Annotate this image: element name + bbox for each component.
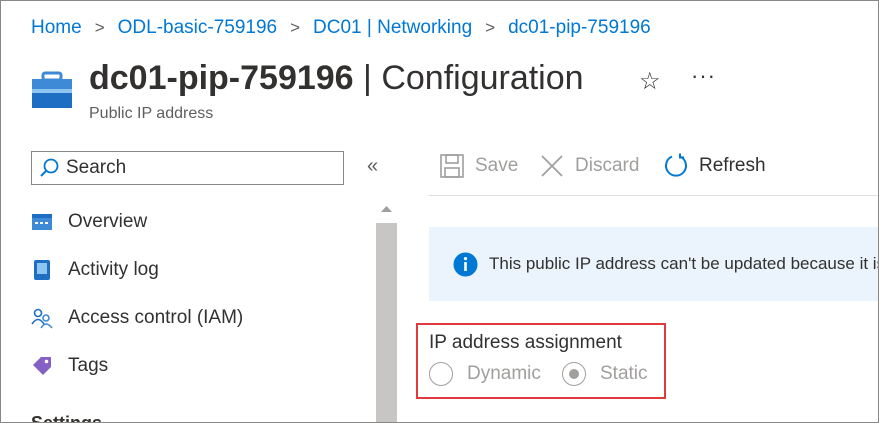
- info-message-bar: This public IP address can't be updated …: [429, 227, 878, 301]
- blade-name: | Configuration: [353, 59, 584, 97]
- sidebar-item-label: Tags: [68, 355, 109, 376]
- blade-frame: Home > ODL-basic-759196 > DC01 | Network…: [0, 0, 879, 423]
- sidebar-search[interactable]: [31, 151, 344, 185]
- radio-unselected-icon: [429, 362, 453, 386]
- refresh-button[interactable]: Refresh: [663, 153, 766, 179]
- sidebar-item-tags[interactable]: Tags: [31, 355, 108, 377]
- chevron-right-icon: >: [94, 18, 105, 37]
- scroll-up-arrow-icon[interactable]: [376, 198, 397, 220]
- sidebar-item-label: Access control (IAM): [68, 307, 244, 328]
- chevron-right-icon: >: [290, 18, 301, 37]
- breadcrumb-home[interactable]: Home: [31, 17, 82, 39]
- page-title: dc01-pip-759196 | Configuration: [89, 59, 584, 98]
- page-subtitle: Public IP address: [89, 105, 214, 122]
- sidebar-item-overview[interactable]: Overview: [31, 211, 147, 233]
- discard-icon: [541, 155, 563, 177]
- public-ip-resource-icon: [32, 71, 72, 108]
- collapse-sidebar-button[interactable]: «: [367, 155, 378, 178]
- sidebar-item-activity-log[interactable]: Activity log: [31, 259, 159, 281]
- discard-button[interactable]: Discard: [539, 153, 639, 179]
- refresh-label: Refresh: [699, 155, 766, 176]
- sidebar-section-heading: Settings: [31, 413, 103, 423]
- radio-dynamic-label: Dynamic: [467, 363, 541, 384]
- more-options-button[interactable]: ···: [691, 63, 716, 89]
- chevron-right-icon: >: [485, 18, 496, 37]
- radio-static-label: Static: [600, 363, 648, 384]
- save-button[interactable]: Save: [439, 153, 518, 179]
- radio-static[interactable]: Static: [562, 362, 648, 386]
- discard-label: Discard: [575, 155, 640, 176]
- save-label: Save: [475, 155, 519, 176]
- sidebar-item-label: Activity log: [68, 259, 159, 280]
- search-input[interactable]: [66, 157, 326, 179]
- breadcrumb-public-ip[interactable]: dc01-pip-759196: [508, 17, 651, 39]
- breadcrumb-resource-group[interactable]: ODL-basic-759196: [118, 17, 277, 39]
- resource-name: dc01-pip-759196: [89, 59, 354, 97]
- search-icon: [40, 158, 59, 177]
- info-message-text: This public IP address can't be updated …: [489, 254, 878, 273]
- save-icon: [440, 154, 464, 178]
- breadcrumb: Home > ODL-basic-759196 > DC01 | Network…: [31, 17, 651, 39]
- breadcrumb-networking[interactable]: DC01 | Networking: [313, 17, 472, 39]
- sidebar-item-label: Overview: [68, 211, 148, 232]
- sidebar-item-access-control[interactable]: Access control (IAM): [31, 307, 243, 329]
- star-icon[interactable]: ☆: [639, 67, 661, 96]
- tag-icon: [33, 357, 51, 375]
- toolbar-divider: [429, 195, 878, 196]
- sidebar-scrollbar-thumb[interactable]: [376, 223, 397, 422]
- ip-assignment-label: IP address assignment: [429, 332, 622, 353]
- refresh-icon: [665, 153, 687, 177]
- info-icon: [453, 252, 478, 276]
- activity-log-icon: [34, 260, 50, 280]
- iam-icon: [31, 308, 53, 329]
- radio-selected-icon: [562, 362, 586, 386]
- radio-dynamic[interactable]: Dynamic: [429, 362, 541, 386]
- overview-icon: [32, 214, 52, 230]
